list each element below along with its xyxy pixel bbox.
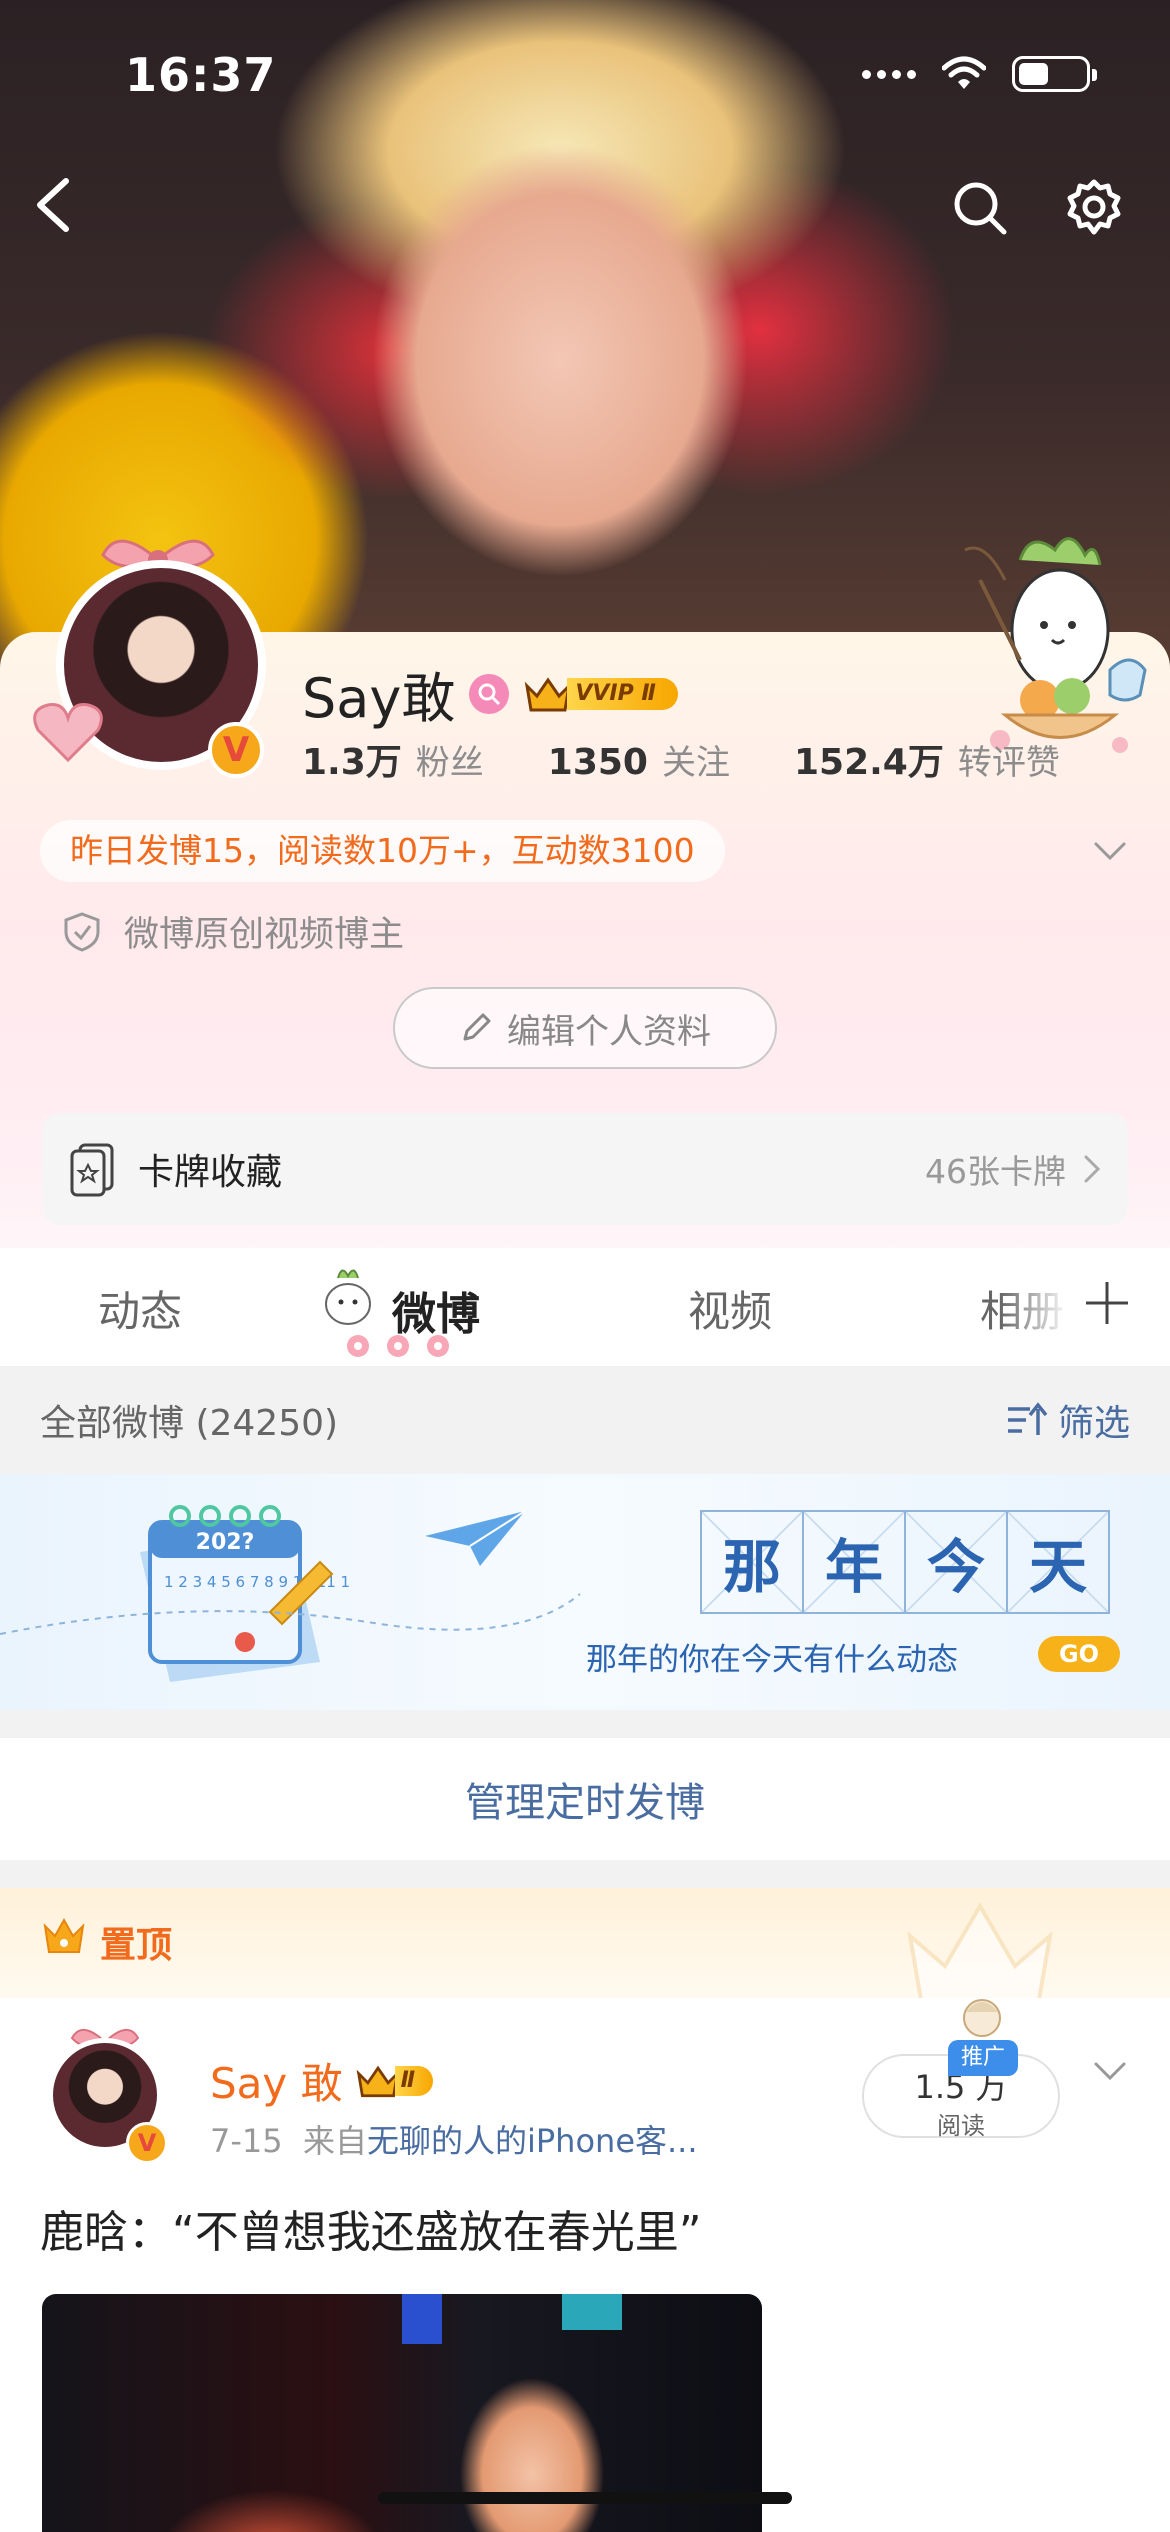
- card-collection-icon: [70, 1143, 114, 1197]
- filter-icon: [1007, 1402, 1048, 1435]
- status-icons: [862, 56, 1097, 92]
- battery-icon: [1012, 56, 1097, 92]
- gear-icon[interactable]: [1064, 178, 1124, 238]
- add-tab-icon[interactable]: [1082, 1278, 1132, 1328]
- profile-screen: 16:37 V Say敢 VVIP Ⅱ 1.3万 粉丝 1350 关注 152.…: [0, 0, 1170, 2532]
- tab-dynamics[interactable]: 动态: [98, 1278, 182, 1339]
- card-collection-bar[interactable]: 卡牌收藏 46张卡牌: [42, 1113, 1128, 1225]
- post-author[interactable]: Say 敢: [210, 2050, 343, 2111]
- memory-char: 天: [1006, 1510, 1110, 1614]
- tab-video[interactable]: 视频: [688, 1278, 772, 1339]
- post-text: 鹿晗：“不曾想我还盛放在春光里”: [40, 2207, 702, 2258]
- stat-label: 关注: [661, 743, 730, 783]
- stat-likes[interactable]: 152.4万 转评赞: [794, 733, 1060, 785]
- post-source[interactable]: 无聊的人的iPhone客...: [367, 2122, 698, 2160]
- memory-char: 那: [700, 1510, 804, 1614]
- vvip-badge[interactable]: VVIP Ⅱ: [523, 674, 678, 714]
- filter-bar: 全部微博 (24250) 筛选: [0, 1366, 1170, 1474]
- female-gender-icon: [469, 673, 510, 714]
- stat-value: 152.4万: [793, 742, 944, 783]
- radish-mascot-icon: [325, 1269, 371, 1325]
- stat-value: 1.3万: [302, 742, 402, 783]
- verification-text: 微博原创视频博主: [124, 915, 405, 955]
- crown-icon: [43, 1917, 85, 1953]
- activity-summary[interactable]: 昨日发博15，阅读数10万+，互动数3100: [40, 820, 725, 882]
- stat-label: 转评赞: [957, 743, 1060, 783]
- memory-char: 今: [904, 1510, 1008, 1614]
- tab-bar: 动态 微博 视频 相册: [0, 1248, 1170, 1366]
- heart-decoration-icon: [33, 703, 103, 763]
- pinned-post[interactable]: V Say 敢 Ⅱ 7-15 来自无聊的人的iPhone客... 1.5 万 阅…: [0, 1998, 1170, 2532]
- post-verified-badge: V: [126, 2122, 168, 2164]
- tabs-fade: [1000, 1248, 1070, 1366]
- memory-title: 那 年 今 天: [700, 1510, 1110, 1614]
- post-meta: 7-15 来自无聊的人的iPhone客...: [210, 2116, 750, 2162]
- stat-followers[interactable]: 1.3万 粉丝: [302, 733, 484, 785]
- status-time: 16:37: [125, 48, 277, 102]
- pencil-icon: [463, 1013, 491, 1041]
- verification-row: 微博原创视频博主: [60, 906, 404, 957]
- vvip-label: VVIP Ⅱ: [567, 677, 678, 710]
- crown-icon: [356, 2065, 399, 2097]
- divider: [0, 1710, 1170, 1738]
- reads-label: 阅读: [937, 2112, 985, 2140]
- stat-label: 粉丝: [415, 743, 484, 783]
- card-collection-title: 卡牌收藏: [138, 1152, 283, 1193]
- card-collection-count: 46张卡牌: [925, 1152, 1066, 1191]
- post-count: 全部微博 (24250): [40, 1403, 339, 1444]
- edit-profile-label: 编辑个人资料: [507, 1011, 711, 1052]
- pinned-header: 置顶: [0, 1888, 1170, 2008]
- home-indicator[interactable]: [378, 2492, 792, 2504]
- chevron-down-icon[interactable]: [1090, 836, 1130, 866]
- image-stage-light: [562, 2294, 622, 2330]
- wifi-icon: [942, 56, 986, 89]
- stat-following[interactable]: 1350 关注: [548, 735, 730, 784]
- pinned-label: 置顶: [100, 1925, 173, 1966]
- crown-icon: [525, 676, 572, 711]
- post-vip-label: Ⅱ: [394, 2065, 434, 2096]
- filter-button[interactable]: 筛选: [1006, 1394, 1130, 1446]
- image-stage-light: [402, 2294, 442, 2344]
- search-icon[interactable]: [950, 178, 1010, 238]
- chevron-right-icon: [1084, 1155, 1101, 1183]
- stat-value: 1350: [547, 742, 648, 783]
- cellular-icon: [862, 69, 916, 79]
- filter-label: 筛选: [1057, 1403, 1130, 1444]
- memory-subtitle: 那年的你在今天有什么动态: [586, 1642, 958, 1678]
- promo-badge[interactable]: 推广: [948, 2040, 1018, 2076]
- post-date: 7-15: [210, 2122, 283, 2160]
- stats-row: 1.3万 粉丝 1350 关注 152.4万 转评赞: [302, 733, 1060, 785]
- memory-char: 年: [802, 1510, 906, 1614]
- chevron-down-icon[interactable]: [1090, 2056, 1130, 2086]
- name-row: Say敢 VVIP Ⅱ: [302, 654, 678, 733]
- edit-profile-button[interactable]: 编辑个人资料: [393, 987, 777, 1069]
- verified-badge: V: [208, 722, 264, 778]
- post-source-prefix: 来自: [302, 2122, 367, 2160]
- manage-scheduled-posts-link[interactable]: 管理定时发博: [0, 1738, 1170, 1860]
- memory-go-button[interactable]: GO: [1038, 1636, 1120, 1672]
- shield-icon: [64, 911, 100, 952]
- post-author-row: Say 敢 Ⅱ: [210, 2050, 434, 2111]
- memory-banner[interactable]: 202? 1 2 3 4 5 6 7 8 9 10 11 12 15 16 20…: [0, 1474, 1170, 1710]
- flower-decoration-icon: [347, 1335, 449, 1357]
- divider: [0, 1860, 1170, 1888]
- username: Say敢: [302, 667, 456, 730]
- post-vip-badge: Ⅱ: [355, 2062, 434, 2100]
- back-arrow-icon[interactable]: [30, 175, 80, 235]
